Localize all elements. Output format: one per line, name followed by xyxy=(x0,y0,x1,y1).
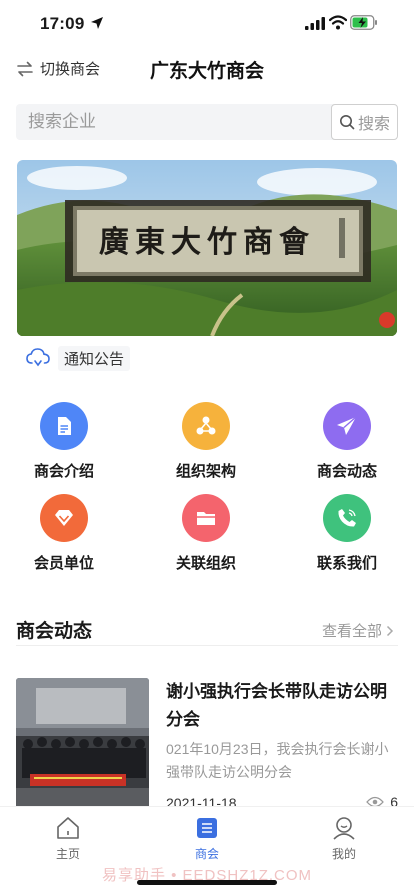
status-bar: 17:09 xyxy=(0,0,414,48)
grid-item-org-structure[interactable]: 组织架构 xyxy=(151,402,261,481)
news-title: 谢小强执行会长带队走访公明分会 xyxy=(166,682,387,729)
banner-image[interactable]: 廣東大竹商會 xyxy=(17,160,397,336)
status-time: 17:09 xyxy=(40,14,85,33)
grid-item-news[interactable]: 商会动态 xyxy=(292,402,402,481)
cellular-signal-icon xyxy=(305,17,325,30)
chevron-right-icon xyxy=(386,625,394,636)
search-button-label: 搜索 xyxy=(357,116,390,133)
grid-item-related-orgs[interactable]: 关联组织 xyxy=(151,494,261,573)
grid-label: 关联组织 xyxy=(175,555,236,572)
grid-label: 商会动态 xyxy=(316,463,377,480)
search-input[interactable] xyxy=(16,104,338,140)
banner-calligraphy: 廣東大竹商會 xyxy=(99,225,315,260)
wifi-icon xyxy=(329,15,347,30)
grid-label: 会员单位 xyxy=(33,555,94,572)
news-item[interactable]: 谢小强执行会长带队走访公明分会 021年10月23日，我会执行会长谢小强带队走访… xyxy=(16,678,398,813)
tab-home-label: 主页 xyxy=(55,847,80,861)
grid-label: 组织架构 xyxy=(175,463,236,480)
page-title: 广东大竹商会 xyxy=(149,61,264,82)
paper-plane-icon xyxy=(323,402,371,450)
phone-icon xyxy=(323,494,371,542)
section-header: 商会动态 查看全部 xyxy=(16,612,398,646)
section-title: 商会动态 xyxy=(16,621,93,642)
tab-chamber[interactable]: 商会 xyxy=(167,815,247,862)
grid-item-intro[interactable]: 商会介绍 xyxy=(9,402,119,481)
notice-bar[interactable]: 通知公告 xyxy=(26,345,131,371)
news-summary: 021年10月23日，我会执行会长谢小强带队走访公明分会 xyxy=(166,741,389,780)
tab-profile-label: 我的 xyxy=(331,847,356,861)
banner-landscape-image: 廣東大竹商會 xyxy=(17,160,397,336)
tab-chamber-label: 商会 xyxy=(194,847,219,861)
cloud-notice-icon xyxy=(26,348,50,367)
grid-label: 商会介绍 xyxy=(33,463,94,480)
notice-label: 通知公告 xyxy=(58,345,131,371)
grid-label: 联系我们 xyxy=(316,555,377,572)
search-button[interactable]: 搜索 xyxy=(331,104,398,140)
view-all-link[interactable]: 查看全部 xyxy=(322,620,394,641)
search-row: 搜索 xyxy=(16,104,398,140)
diamond-icon xyxy=(40,494,88,542)
home-indicator xyxy=(137,880,277,885)
chamber-icon xyxy=(197,818,217,838)
tab-home[interactable]: 主页 xyxy=(28,815,108,862)
grid-item-contact[interactable]: 联系我们 xyxy=(292,494,402,573)
header: 切换商会 广东大竹商会 xyxy=(0,52,414,90)
profile-icon xyxy=(333,817,355,840)
folder-icon xyxy=(182,494,230,542)
search-icon xyxy=(339,115,355,130)
view-all-label: 查看全部 xyxy=(321,623,382,640)
document-icon xyxy=(40,402,88,450)
location-arrow-icon xyxy=(91,17,103,29)
battery-charging-icon xyxy=(350,15,377,30)
org-structure-icon xyxy=(182,402,230,450)
news-thumbnail xyxy=(16,678,149,813)
tab-profile[interactable]: 我的 xyxy=(304,815,384,862)
grid-item-members[interactable]: 会员单位 xyxy=(9,494,119,573)
home-icon xyxy=(57,817,79,839)
